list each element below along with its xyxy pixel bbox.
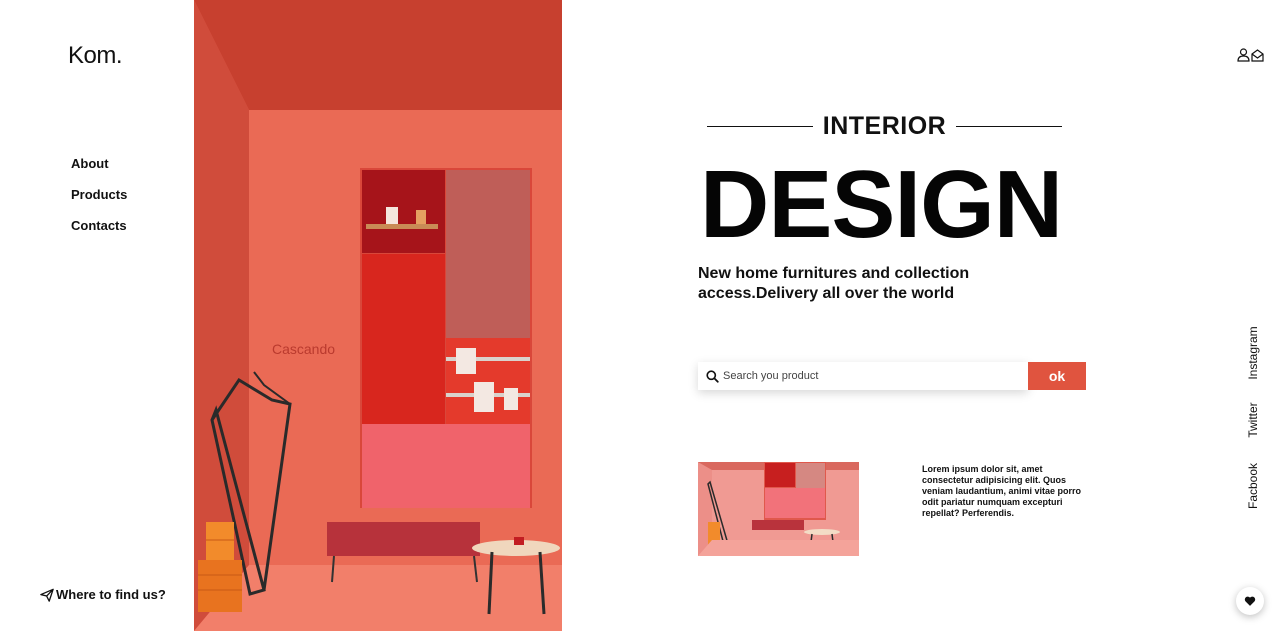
main-nav: About Products Contacts	[71, 156, 127, 249]
product-description: Lorem ipsum dolor sit, amet consectetur …	[922, 464, 1082, 518]
search-field	[698, 362, 1028, 390]
kicker-text: INTERIOR	[822, 112, 947, 140]
mail-icon[interactable]	[1251, 48, 1264, 62]
social-facebook-wrap: Facbook	[1242, 446, 1264, 526]
where-to-find-us-link[interactable]: Where to find us?	[40, 587, 166, 602]
social-link-instagram[interactable]: Instagram	[1246, 326, 1260, 379]
product-thumbnail[interactable]	[698, 462, 859, 556]
search-icon	[706, 369, 719, 383]
subtitle: New home furnitures and collection acces…	[698, 265, 970, 302]
heart-icon	[1244, 596, 1256, 606]
hero-image: Cascando	[194, 0, 562, 631]
search-input[interactable]	[723, 370, 1013, 382]
nav-item-contacts[interactable]: Contacts	[71, 218, 127, 249]
logo[interactable]: Kom.	[68, 42, 123, 70]
hero-brand-text: Cascando	[272, 341, 336, 357]
kicker-line-left	[707, 126, 813, 127]
page-title: DESIGN	[700, 151, 1063, 258]
kicker: INTERIOR	[707, 112, 1063, 141]
header-icons	[1237, 48, 1264, 62]
search-bar: ok	[698, 362, 1086, 390]
search-submit-button[interactable]: ok	[1028, 362, 1086, 390]
nav-item-about[interactable]: About	[71, 156, 127, 187]
favorite-button[interactable]	[1236, 587, 1264, 615]
kicker-line-right	[956, 126, 1063, 127]
nav-item-products[interactable]: Products	[71, 187, 127, 218]
social-link-facebook[interactable]: Facbook	[1246, 463, 1260, 509]
user-icon[interactable]	[1237, 48, 1250, 62]
paper-plane-icon	[40, 588, 54, 602]
social-link-twitter[interactable]: Twitter	[1246, 402, 1260, 437]
where-to-find-us-label: Where to find us?	[56, 587, 166, 602]
